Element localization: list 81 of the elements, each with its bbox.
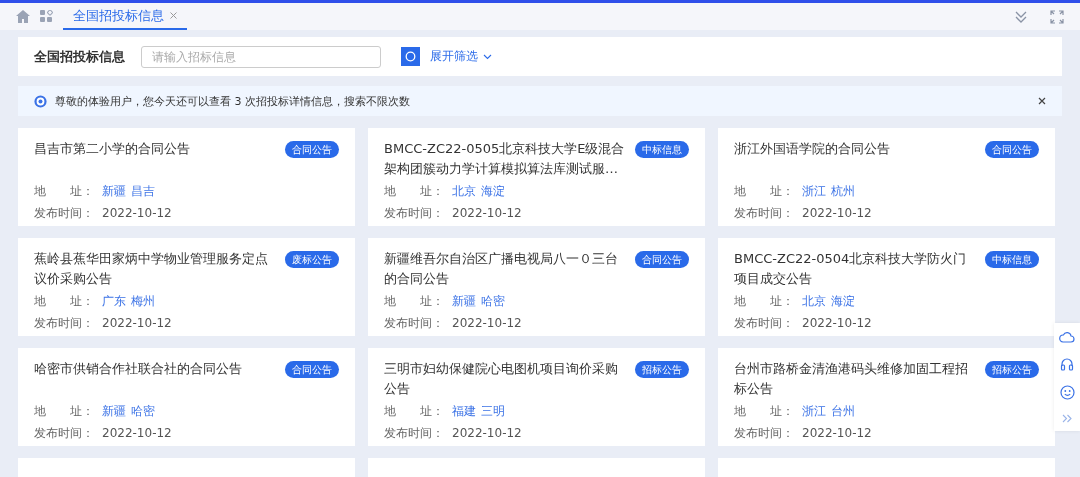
location-link[interactable]: 哈密 — [481, 292, 505, 310]
category-tag: 合同公告 — [985, 141, 1039, 158]
location-link[interactable]: 北京 — [452, 182, 476, 200]
card-title[interactable]: 三明市妇幼保健院心电图机项目询价采购公告 — [384, 359, 625, 399]
notice-text: 尊敬的体验用户，您今天还可以查看 3 次招投标详情信息，搜索不限次数 — [55, 93, 411, 109]
location-link[interactable]: 新疆 — [102, 182, 126, 200]
field-label: 发布时间： — [384, 424, 444, 442]
publish-date: 2022-10-12 — [102, 206, 172, 220]
publish-date: 2022-10-12 — [102, 426, 172, 440]
field-label: 地 址： — [34, 402, 94, 420]
location-link[interactable]: 杭州 — [831, 182, 855, 200]
location-link[interactable]: 浙江 — [802, 182, 826, 200]
expand-filter-link[interactable]: 展开筛选 — [430, 48, 492, 65]
search-field[interactable]: 请输入招标信息 — [141, 45, 381, 68]
location-link[interactable]: 新疆 — [102, 402, 126, 420]
field-label: 地 址： — [734, 182, 794, 200]
location-link[interactable]: 梅州 — [131, 292, 155, 310]
field-label: 发布时间： — [34, 314, 94, 332]
page-title: 全国招投标信息 — [34, 47, 125, 66]
location-link[interactable]: 哈密 — [131, 402, 155, 420]
card-title[interactable]: 哈密市供销合作社联合社的合同公告 — [34, 359, 275, 379]
field-label: 发布时间： — [384, 314, 444, 332]
category-tag: 合同公告 — [635, 251, 689, 268]
apps-icon[interactable] — [40, 10, 53, 23]
field-label: 地 址： — [34, 182, 94, 200]
category-tag: 中标信息 — [635, 141, 689, 158]
field-label: 地 址： — [734, 402, 794, 420]
publish-date: 2022-10-12 — [802, 206, 872, 220]
category-tag: 招标公告 — [985, 361, 1039, 378]
card-title[interactable]: BMCC-ZC22-0504北京科技大学防火门项目成交公告 — [734, 249, 975, 289]
card-title[interactable]: 浙江外国语学院的合同公告 — [734, 139, 975, 159]
location-link[interactable]: 昌吉 — [131, 182, 155, 200]
category-tag: 中标信息 — [985, 251, 1039, 268]
card-title[interactable]: 昌吉市第二小学的合同公告 — [34, 139, 275, 159]
location-link[interactable]: 福建 — [452, 402, 476, 420]
category-tag: 合同公告 — [285, 141, 339, 158]
field-label: 发布时间： — [734, 314, 794, 332]
search-icon — [405, 51, 416, 62]
location-link[interactable]: 广东 — [102, 292, 126, 310]
field-label: 地 址： — [384, 402, 444, 420]
field-label: 地 址： — [384, 292, 444, 310]
cloud-icon[interactable] — [1059, 331, 1075, 343]
location-link[interactable]: 北京 — [802, 292, 826, 310]
category-tag: 招标公告 — [635, 361, 689, 378]
card-title[interactable]: 新疆维吾尔自治区广播电视局八一０三台的合同公告 — [384, 249, 625, 289]
location-link[interactable]: 台州 — [831, 402, 855, 420]
field-label: 发布时间： — [734, 424, 794, 442]
location-link[interactable]: 三明 — [481, 402, 505, 420]
field-label: 发布时间： — [734, 204, 794, 222]
collapse-icon[interactable] — [1014, 9, 1028, 24]
chevron-down-icon — [483, 53, 492, 60]
card-title[interactable]: 蕉岭县蕉华田家炳中学物业管理服务定点议价采购公告 — [34, 249, 275, 289]
publish-date: 2022-10-12 — [452, 316, 522, 330]
location-link[interactable]: 海淀 — [481, 182, 505, 200]
field-label: 发布时间： — [384, 204, 444, 222]
fullscreen-icon[interactable] — [1050, 9, 1064, 24]
field-label: 地 址： — [384, 182, 444, 200]
category-tag: 合同公告 — [285, 361, 339, 378]
card-title[interactable]: BMCC-ZC22-0505北京科技大学E级混合架构团簇动力学计算模拟算法库测试服… — [384, 139, 625, 179]
close-icon[interactable] — [1038, 97, 1046, 105]
field-label: 地 址： — [734, 292, 794, 310]
field-label: 地 址： — [34, 292, 94, 310]
card-title[interactable]: 台州市路桥金清渔港码头维修加固工程招标公告 — [734, 359, 975, 399]
field-label: 发布时间： — [34, 204, 94, 222]
smiley-icon[interactable] — [1059, 385, 1075, 400]
publish-date: 2022-10-12 — [452, 426, 522, 440]
publish-date: 2022-10-12 — [802, 426, 872, 440]
publish-date: 2022-10-12 — [802, 316, 872, 330]
publish-date: 2022-10-12 — [452, 206, 522, 220]
location-link[interactable]: 海淀 — [831, 292, 855, 310]
location-link[interactable]: 浙江 — [802, 402, 826, 420]
field-label: 发布时间： — [34, 424, 94, 442]
publish-date: 2022-10-12 — [102, 316, 172, 330]
category-tag: 废标公告 — [285, 251, 339, 268]
tab[interactable]: 全国招投标信息 — [63, 3, 187, 30]
search-button[interactable] — [401, 47, 420, 66]
info-dot-icon — [34, 94, 47, 108]
home-icon[interactable] — [16, 10, 30, 23]
location-link[interactable]: 新疆 — [452, 292, 476, 310]
headset-icon[interactable] — [1060, 357, 1074, 371]
expand-icon[interactable] — [1062, 414, 1072, 423]
